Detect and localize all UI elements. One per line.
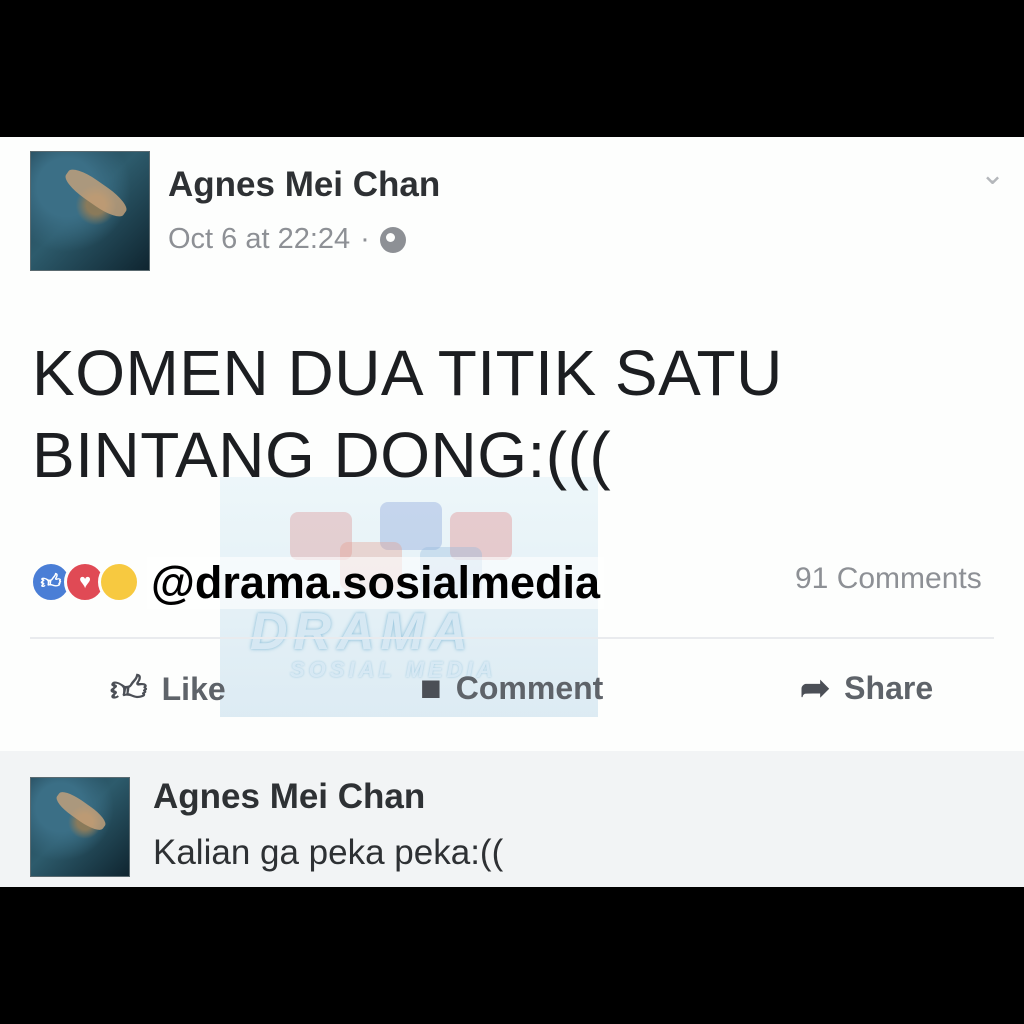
post-card: Agnes Mei Chan Oct 6 at 22:24 · ⌄ DRAMA …	[0, 137, 1024, 887]
comment-button[interactable]: ■ Comment	[420, 667, 603, 709]
meta-separator: ·	[360, 223, 370, 255]
comment-author-name[interactable]: Agnes Mei Chan	[153, 777, 425, 817]
comment-text: Kalian ga peka peka:((	[153, 833, 504, 872]
share-button[interactable]: ➦ Share	[800, 667, 933, 709]
speech-bubble-icon: ■	[420, 667, 442, 708]
post-text-line-1: KOMEN DUA TITIK SATU	[32, 337, 783, 409]
like-label: Like	[161, 670, 226, 707]
watermark-logo: DRAMA	[250, 603, 474, 661]
comment-item: Agnes Mei Chan Kalian ga peka peka:((	[0, 751, 1024, 887]
action-divider	[30, 637, 994, 639]
post-meta: Oct 6 at 22:24 ·	[168, 223, 406, 256]
share-arrow-icon: ➦	[800, 667, 831, 708]
thumbs-up-icon: 👍︎	[110, 668, 148, 709]
share-label: Share	[844, 669, 934, 706]
post-timestamp[interactable]: Oct 6 at 22:24	[168, 223, 350, 256]
comments-count[interactable]: 91 Comments	[795, 562, 982, 596]
post-author-name[interactable]: Agnes Mei Chan	[168, 165, 440, 205]
like-button[interactable]: 👍︎ Like	[110, 667, 226, 711]
watermark-handle: @drama.sosialmedia	[147, 557, 605, 609]
reaction-summary[interactable]: 👍︎ ♥	[30, 561, 140, 603]
post-body: KOMEN DUA TITIK SATU BINTANG DONG:(((	[32, 332, 932, 496]
author-avatar[interactable]	[30, 151, 150, 271]
chevron-down-icon[interactable]: ⌄	[980, 157, 1005, 192]
commenter-avatar[interactable]	[30, 777, 130, 877]
haha-icon	[98, 561, 140, 603]
post-text-line-2: BINTANG DONG:(((	[32, 419, 612, 491]
globe-icon	[379, 226, 406, 253]
comment-label: Comment	[455, 669, 604, 706]
